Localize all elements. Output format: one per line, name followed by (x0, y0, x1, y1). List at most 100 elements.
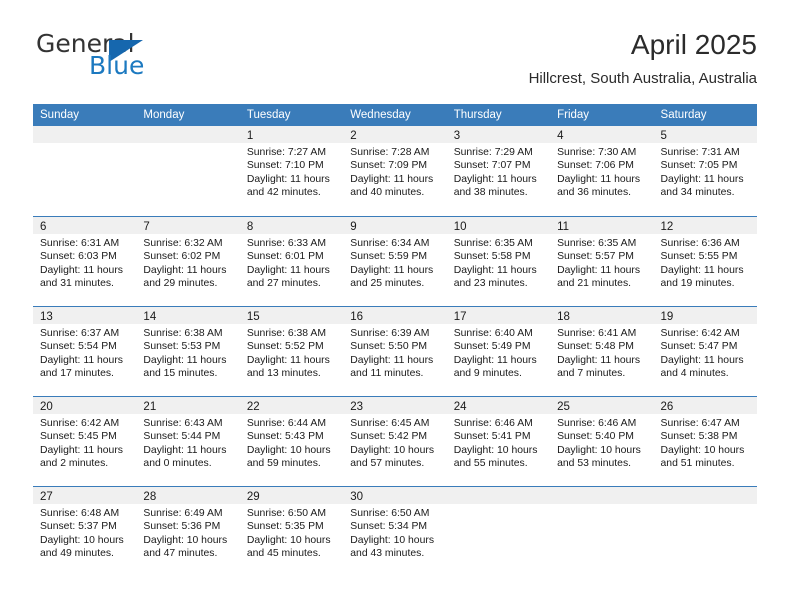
day-cell[interactable]: 11 Sunrise: 6:35 AM Sunset: 5:57 PM Dayl… (550, 217, 654, 306)
day-cell[interactable]: 6 Sunrise: 6:31 AM Sunset: 6:03 PM Dayli… (33, 217, 137, 306)
day-number-band: 17 (446, 307, 551, 324)
day-cell[interactable]: 18 Sunrise: 6:41 AM Sunset: 5:48 PM Dayl… (550, 307, 654, 396)
day-cell[interactable]: 20 Sunrise: 6:42 AM Sunset: 5:45 PM Dayl… (33, 397, 137, 486)
daylight-text-line1: Daylight: 10 hours (660, 444, 745, 456)
day-number-band: 22 (239, 397, 344, 414)
day-cell[interactable]: 26 Sunrise: 6:47 AM Sunset: 5:38 PM Dayl… (653, 397, 757, 486)
daylight-text-line1: Daylight: 11 hours (557, 354, 641, 366)
day-cell[interactable]: 27 Sunrise: 6:48 AM Sunset: 5:37 PM Dayl… (33, 487, 137, 576)
day-number: 28 (143, 491, 157, 503)
sunrise-text: Sunrise: 6:33 AM (246, 238, 326, 249)
day-number-band: 29 (239, 487, 344, 504)
day-number-band (33, 126, 137, 143)
day-number: 21 (143, 401, 157, 413)
day-number: 8 (246, 221, 254, 233)
week-row: 20 Sunrise: 6:42 AM Sunset: 5:45 PM Dayl… (33, 396, 757, 486)
day-cell[interactable]: 22 Sunrise: 6:44 AM Sunset: 5:43 PM Dayl… (239, 397, 344, 486)
day-number: 5 (660, 130, 667, 142)
day-number: 22 (246, 401, 260, 413)
daylight-text-line1: Daylight: 10 hours (246, 534, 331, 546)
day-cell[interactable]: 8 Sunrise: 6:33 AM Sunset: 6:01 PM Dayli… (239, 217, 344, 306)
generalblue-logo[interactable]: General Blue (33, 28, 193, 88)
sunset-text: Sunset: 5:48 PM (557, 341, 634, 353)
sunset-text: Sunset: 7:07 PM (453, 160, 531, 172)
sunset-text: Sunset: 7:10 PM (246, 160, 324, 172)
day-number-band (446, 487, 551, 504)
day-cell[interactable]: 25 Sunrise: 6:46 AM Sunset: 5:40 PM Dayl… (550, 397, 654, 486)
day-cell[interactable] (136, 126, 240, 216)
day-cell[interactable]: 3 Sunrise: 7:29 AM Sunset: 7:07 PM Dayli… (446, 126, 551, 216)
day-cell[interactable]: 16 Sunrise: 6:39 AM Sunset: 5:50 PM Dayl… (343, 307, 447, 396)
day-details: Sunrise: 6:50 AM Sunset: 5:35 PM Dayligh… (240, 504, 343, 561)
day-number: 20 (40, 401, 53, 413)
day-cell[interactable] (653, 487, 757, 576)
daylight-text-line1: Daylight: 11 hours (557, 173, 641, 185)
sunrise-text: Sunrise: 6:38 AM (246, 328, 326, 339)
day-cell[interactable]: 15 Sunrise: 6:38 AM Sunset: 5:52 PM Dayl… (239, 307, 344, 396)
day-cell[interactable]: 5 Sunrise: 7:31 AM Sunset: 7:05 PM Dayli… (653, 126, 757, 216)
day-cell[interactable]: 24 Sunrise: 6:46 AM Sunset: 5:41 PM Dayl… (446, 397, 551, 486)
weekday-header-tuesday: Tuesday (246, 109, 291, 121)
daylight-text-line1: Daylight: 10 hours (453, 444, 538, 456)
daylight-text-line2: and 29 minutes. (143, 278, 218, 290)
daylight-text-line2: and 34 minutes. (660, 187, 735, 199)
daylight-text-line2: and 59 minutes. (246, 458, 321, 470)
day-number-band: 28 (136, 487, 240, 504)
daylight-text-line2: and 25 minutes. (350, 278, 425, 290)
day-number: 17 (453, 311, 467, 323)
daylight-text-line2: and 4 minutes. (660, 368, 729, 380)
day-number-band: 20 (33, 397, 137, 414)
day-number: 12 (660, 221, 674, 233)
sunrise-text: Sunrise: 6:50 AM (246, 508, 326, 519)
day-cell[interactable]: 4 Sunrise: 7:30 AM Sunset: 7:06 PM Dayli… (550, 126, 654, 216)
daylight-text-line2: and 49 minutes. (40, 548, 114, 560)
daylight-text-line2: and 45 minutes. (246, 548, 321, 560)
daylight-text-line1: Daylight: 11 hours (453, 264, 537, 276)
sunrise-text: Sunrise: 6:43 AM (143, 418, 223, 429)
daylight-text-line2: and 38 minutes. (453, 187, 528, 199)
day-cell[interactable] (446, 487, 551, 576)
sunrise-text: Sunrise: 6:48 AM (40, 508, 120, 519)
day-number-band: 15 (239, 307, 344, 324)
day-number: 30 (350, 491, 364, 503)
day-cell[interactable]: 10 Sunrise: 6:35 AM Sunset: 5:58 PM Dayl… (446, 217, 551, 306)
sunrise-text: Sunrise: 6:41 AM (557, 328, 637, 339)
day-cell[interactable]: 21 Sunrise: 6:43 AM Sunset: 5:44 PM Dayl… (136, 397, 240, 486)
day-cell[interactable]: 17 Sunrise: 6:40 AM Sunset: 5:49 PM Dayl… (446, 307, 551, 396)
day-cell[interactable]: 30 Sunrise: 6:50 AM Sunset: 5:34 PM Dayl… (343, 487, 447, 576)
day-cell[interactable]: 12 Sunrise: 6:36 AM Sunset: 5:55 PM Dayl… (653, 217, 757, 306)
day-details: Sunrise: 6:40 AM Sunset: 5:49 PM Dayligh… (447, 324, 550, 381)
daylight-text-line1: Daylight: 11 hours (40, 444, 123, 456)
day-cell[interactable]: 2 Sunrise: 7:28 AM Sunset: 7:09 PM Dayli… (343, 126, 447, 216)
day-number: 9 (350, 221, 357, 233)
daylight-text-line1: Daylight: 11 hours (246, 354, 330, 366)
day-cell[interactable]: 13 Sunrise: 6:37 AM Sunset: 5:54 PM Dayl… (33, 307, 137, 396)
day-number-band: 12 (653, 217, 757, 234)
day-cell[interactable]: 19 Sunrise: 6:42 AM Sunset: 5:47 PM Dayl… (653, 307, 757, 396)
day-cell[interactable] (33, 126, 137, 216)
day-cell[interactable]: 9 Sunrise: 6:34 AM Sunset: 5:59 PM Dayli… (343, 217, 447, 306)
day-number-band: 18 (550, 307, 654, 324)
sunset-text: Sunset: 5:59 PM (350, 251, 428, 263)
day-cell[interactable] (550, 487, 654, 576)
day-number: 16 (350, 311, 364, 323)
day-number-band (136, 126, 240, 143)
sunrise-text: Sunrise: 7:29 AM (453, 147, 533, 158)
day-number-band: 23 (343, 397, 447, 414)
day-cell[interactable]: 7 Sunrise: 6:32 AM Sunset: 6:02 PM Dayli… (136, 217, 240, 306)
day-cell[interactable]: 28 Sunrise: 6:49 AM Sunset: 5:36 PM Dayl… (136, 487, 240, 576)
daylight-text-line2: and 13 minutes. (246, 368, 321, 380)
sunrise-text: Sunrise: 6:37 AM (40, 328, 120, 339)
day-cell[interactable]: 1 Sunrise: 7:27 AM Sunset: 7:10 PM Dayli… (239, 126, 344, 216)
day-cell[interactable]: 14 Sunrise: 6:38 AM Sunset: 5:53 PM Dayl… (136, 307, 240, 396)
daylight-text-line1: Daylight: 10 hours (557, 444, 641, 456)
page-subtitle: Hillcrest, South Australia, Australia (528, 70, 757, 87)
day-cell[interactable]: 23 Sunrise: 6:45 AM Sunset: 5:42 PM Dayl… (343, 397, 447, 486)
sunrise-text: Sunrise: 6:35 AM (557, 238, 637, 249)
day-cell[interactable]: 29 Sunrise: 6:50 AM Sunset: 5:35 PM Dayl… (239, 487, 344, 576)
sunset-text: Sunset: 7:06 PM (557, 160, 634, 172)
daylight-text-line1: Daylight: 11 hours (143, 354, 227, 366)
day-details: Sunrise: 6:37 AM Sunset: 5:54 PM Dayligh… (33, 324, 136, 381)
daylight-text-line2: and 17 minutes. (40, 368, 114, 380)
weekday-header-sunday: Sunday (40, 109, 80, 121)
